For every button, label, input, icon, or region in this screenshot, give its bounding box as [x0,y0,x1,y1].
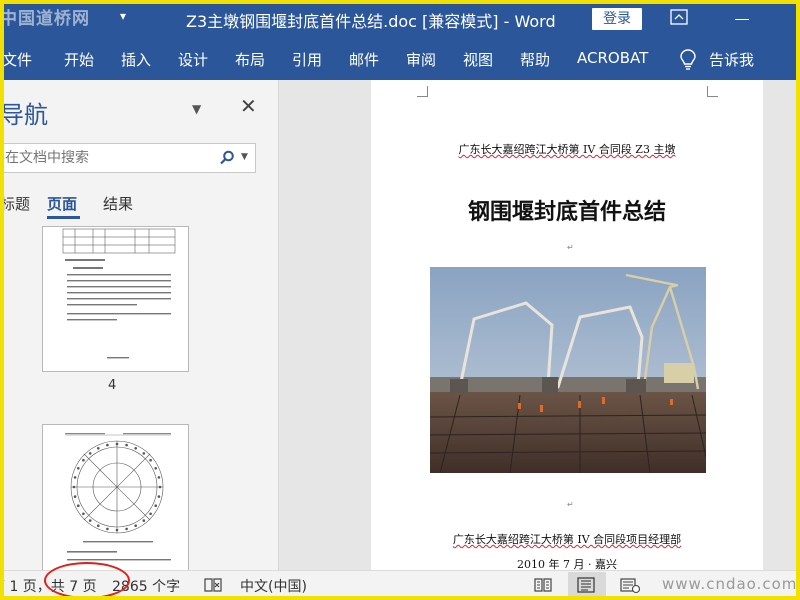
diagram-rim-dot [157,476,161,479]
diagram-rim-dot [88,519,92,522]
close-icon[interactable]: ✕ [240,94,257,118]
diagram-rim-dot [88,452,92,455]
margin-corner-mark [417,86,428,97]
tab-help[interactable]: 帮助 [520,49,550,70]
nav-tab-headings[interactable]: 标题 [0,193,30,214]
document-heading: 钢围堰封底首件总结 [467,199,666,225]
ribbon-display-options-icon[interactable] [670,9,688,25]
tell-me-label[interactable]: 告诉我 [709,49,754,70]
language-status[interactable]: 中文(中国) [240,576,307,596]
document-area: 广东长大嘉绍跨江大桥第 IV 合同段 Z3 主墩 钢围堰封底首件总结 ↵ ↵ 广… [279,80,800,570]
document-footer-org: 广东长大嘉绍跨江大桥第 IV 合同段项目经理部 [371,531,763,547]
tab-insert[interactable]: 插入 [121,49,151,70]
navigation-pane: 导航 ▼ ✕ ▼ 标题 页面 结果 [0,80,279,570]
web-layout-icon[interactable] [619,576,641,594]
diagram-rim-dot [158,485,162,489]
document-header-text: 广东长大嘉绍跨江大桥第 IV 合同段 Z3 主墩 [371,141,763,157]
print-layout-icon[interactable] [576,576,596,594]
title-bar: 中国道桥网 ▾ Z3主墩钢围堰封底首件总结.doc [兼容模式] - Word … [0,0,800,38]
watermark-logo: 中国道桥网 [0,9,90,29]
diagram-rim-dot [125,527,128,531]
document-footer-org-text: 广东长大嘉绍跨江大桥第 IV 合同段项目经理部 [452,533,682,546]
read-mode-icon[interactable] [533,576,553,594]
paragraph-mark-icon: ↵ [567,500,574,509]
paragraph-mark-icon: ↵ [567,243,574,252]
diagram-rim-dot [97,524,100,527]
chevron-down-icon[interactable]: ▼ [241,152,248,162]
login-button[interactable]: 登录 [592,8,642,30]
tab-layout[interactable]: 布局 [235,49,265,70]
search-input[interactable] [5,148,205,168]
nav-options-dropdown-icon[interactable]: ▼ [192,102,201,116]
diagram-rim-dot [157,495,161,498]
diagram-rim-dot [77,467,80,470]
tab-design[interactable]: 设计 [178,49,208,70]
quick-access-dropdown-icon[interactable]: ▾ [120,9,126,23]
lightbulb-icon[interactable] [680,49,696,71]
diagram-rim-dot [115,442,119,446]
diagram-rim-dot [142,519,146,522]
nav-tab-results[interactable]: 结果 [103,193,133,214]
diagram-rim-dot [82,458,85,462]
margin-corner-mark [707,86,718,97]
tab-acrobat[interactable]: ACROBAT [577,49,648,67]
diagram-rim-dot [154,467,157,470]
diagram-rim-dot [134,447,137,450]
page-thumbnail[interactable] [42,424,189,570]
document-header-line: 广东长大嘉绍跨江大桥第 IV 合同段 Z3 主墩 [458,143,676,156]
nav-pane-title: 导航 [0,101,48,129]
active-tab-indicator [47,216,80,219]
minimize-icon[interactable] [735,19,749,20]
document-page[interactable]: 广东长大嘉绍跨江大桥第 IV 合同段 Z3 主墩 钢围堰封底首件总结 ↵ ↵ 广… [371,80,763,570]
diagram-rim-dot [142,452,146,455]
diagram-rim-dot [73,495,77,498]
nav-tab-pages[interactable]: 页面 [47,193,77,214]
nav-search-box: ▼ [0,143,256,173]
diagram-rim-dot [149,458,152,462]
annotation-red-circle [44,562,130,599]
construction-photo [430,267,706,473]
diagram-rim-dot [149,512,152,516]
document-footer-date: 2010 年 7 月 · 嘉兴 [517,558,617,570]
diagram-rim-dot [72,485,76,489]
search-icon[interactable] [219,150,235,166]
tab-references[interactable]: 引用 [292,49,322,70]
diagram-rim-dot [125,443,128,447]
page-thumbnail-content [65,433,171,561]
tab-review[interactable]: 审阅 [406,49,436,70]
diagram-rim-dot [82,512,85,516]
thumbnail-page-number: 4 [108,378,117,393]
diagram-rim-dot [134,524,137,527]
document-title: Z3主墩钢围堰封底首件总结.doc [兼容模式] - Word [186,12,556,31]
tab-view[interactable]: 视图 [463,49,493,70]
diagram-rim-dot [77,504,80,507]
proofing-book-icon[interactable] [203,577,223,593]
page-thumbnail[interactable] [42,226,189,372]
tab-file[interactable]: 文件 [2,49,32,70]
diagram-rim-dot [106,443,109,447]
diagram-rim-dot [106,527,109,531]
page-thumbnail-content [62,228,176,359]
diagram-rim-dot [154,504,157,507]
diagram-rim-dot [97,447,100,450]
watermark-url: www.cndao.com [662,575,798,593]
diagram-rim-dot [73,476,77,479]
tab-mailings[interactable]: 邮件 [349,49,379,70]
tab-home[interactable]: 开始 [64,49,94,70]
diagram-rim-dot [115,528,119,532]
